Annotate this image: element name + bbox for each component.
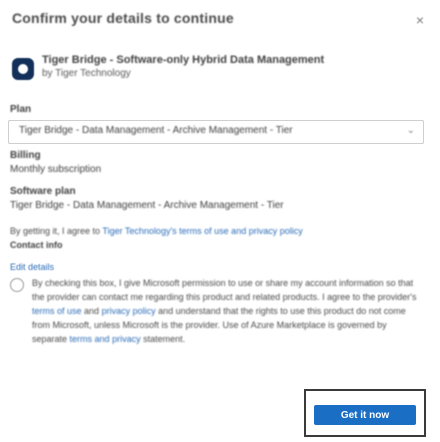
software-plan-value: Tiger Bridge - Data Management - Archive… — [10, 200, 284, 211]
dialog-title: Confirm your details to continue — [12, 10, 234, 26]
get-it-now-button[interactable]: Get it now — [314, 405, 416, 425]
product-publisher: by Tiger Technology — [42, 68, 131, 79]
plan-selected-value: Tiger Bridge - Data Management - Archive… — [19, 125, 293, 136]
consent-text-end: statement. — [143, 334, 186, 344]
consent-marketplace-terms-link[interactable]: terms and privacy — [70, 334, 141, 344]
dialog-footer: Get it now — [304, 389, 426, 437]
chevron-down-icon: ⌄ — [406, 125, 415, 136]
plan-select[interactable]: Tiger Bridge - Data Management - Archive… — [8, 120, 424, 144]
consent-privacy-link[interactable]: privacy policy — [102, 306, 156, 316]
consent-terms-link[interactable]: terms of use — [32, 306, 82, 316]
billing-label: Billing — [10, 150, 41, 161]
plan-label: Plan — [10, 104, 32, 115]
consent-section: By checking this box, I give Microsoft p… — [10, 276, 424, 362]
consent-checkbox[interactable] — [10, 278, 24, 292]
consent-text-mid: and — [84, 306, 100, 316]
terms-link[interactable]: Tiger Technology's terms of use and priv… — [102, 226, 302, 236]
close-icon[interactable]: × — [416, 12, 424, 28]
billing-value: Monthly subscription — [10, 164, 102, 175]
terms-prefix: By getting it, I agree to — [10, 226, 101, 236]
edit-details-link[interactable]: Edit details — [10, 262, 54, 272]
software-plan-label: Software plan — [10, 186, 76, 197]
app-logo-icon — [12, 58, 34, 80]
confirm-details-dialog: Confirm your details to continue × Tiger… — [0, 0, 440, 442]
product-summary: Tiger Bridge - Software-only Hybrid Data… — [12, 54, 422, 86]
consent-text: By checking this box, I give Microsoft p… — [32, 276, 422, 346]
terms-agreement: By getting it, I agree to Tiger Technolo… — [10, 226, 303, 236]
dialog-header: Confirm your details to continue × — [12, 10, 428, 32]
product-name: Tiger Bridge - Software-only Hybrid Data… — [42, 54, 325, 66]
contact-info-label: Contact info — [10, 240, 63, 250]
consent-text-main: By checking this box, I give Microsoft p… — [32, 278, 417, 302]
